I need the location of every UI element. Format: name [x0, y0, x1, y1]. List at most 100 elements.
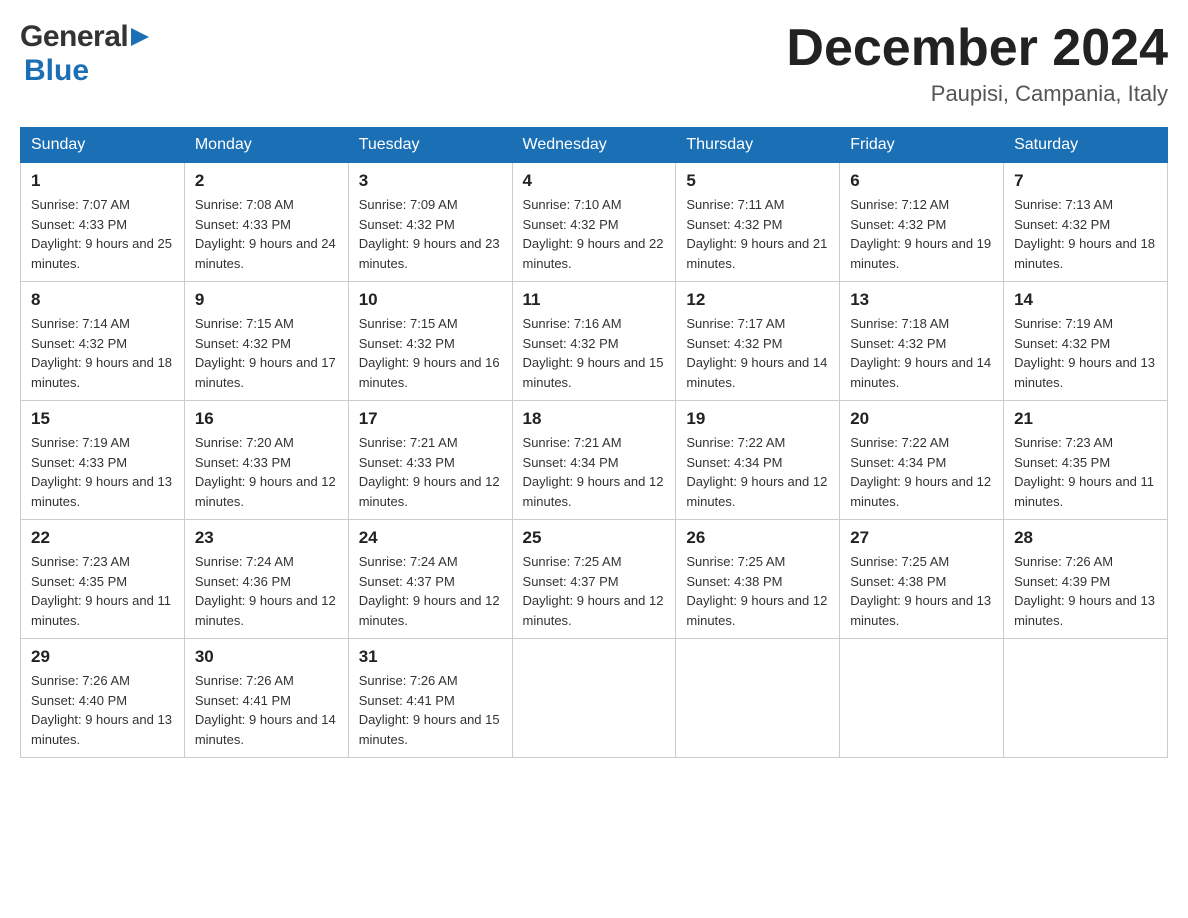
day-number: 18 — [523, 409, 666, 429]
calendar-cell: 17 Sunrise: 7:21 AM Sunset: 4:33 PM Dayl… — [348, 401, 512, 520]
calendar-cell — [1004, 639, 1168, 758]
calendar-week-1: 1 Sunrise: 7:07 AM Sunset: 4:33 PM Dayli… — [21, 163, 1168, 282]
calendar-cell: 4 Sunrise: 7:10 AM Sunset: 4:32 PM Dayli… — [512, 163, 676, 282]
calendar-cell — [676, 639, 840, 758]
day-number: 29 — [31, 647, 174, 667]
day-info: Sunrise: 7:11 AM Sunset: 4:32 PM Dayligh… — [686, 195, 829, 273]
calendar-cell: 12 Sunrise: 7:17 AM Sunset: 4:32 PM Dayl… — [676, 282, 840, 401]
day-info: Sunrise: 7:25 AM Sunset: 4:38 PM Dayligh… — [850, 552, 993, 630]
day-number: 9 — [195, 290, 338, 310]
day-info: Sunrise: 7:21 AM Sunset: 4:33 PM Dayligh… — [359, 433, 502, 511]
calendar-cell: 26 Sunrise: 7:25 AM Sunset: 4:38 PM Dayl… — [676, 520, 840, 639]
day-info: Sunrise: 7:22 AM Sunset: 4:34 PM Dayligh… — [850, 433, 993, 511]
day-header-monday: Monday — [184, 128, 348, 163]
day-info: Sunrise: 7:15 AM Sunset: 4:32 PM Dayligh… — [195, 314, 338, 392]
calendar-week-3: 15 Sunrise: 7:19 AM Sunset: 4:33 PM Dayl… — [21, 401, 1168, 520]
calendar-cell: 23 Sunrise: 7:24 AM Sunset: 4:36 PM Dayl… — [184, 520, 348, 639]
calendar-cell: 18 Sunrise: 7:21 AM Sunset: 4:34 PM Dayl… — [512, 401, 676, 520]
calendar-week-4: 22 Sunrise: 7:23 AM Sunset: 4:35 PM Dayl… — [21, 520, 1168, 639]
day-info: Sunrise: 7:24 AM Sunset: 4:37 PM Dayligh… — [359, 552, 502, 630]
day-info: Sunrise: 7:19 AM Sunset: 4:32 PM Dayligh… — [1014, 314, 1157, 392]
day-number: 17 — [359, 409, 502, 429]
day-number: 7 — [1014, 171, 1157, 191]
day-info: Sunrise: 7:26 AM Sunset: 4:41 PM Dayligh… — [195, 671, 338, 749]
day-info: Sunrise: 7:13 AM Sunset: 4:32 PM Dayligh… — [1014, 195, 1157, 273]
calendar-cell: 6 Sunrise: 7:12 AM Sunset: 4:32 PM Dayli… — [840, 163, 1004, 282]
calendar-week-5: 29 Sunrise: 7:26 AM Sunset: 4:40 PM Dayl… — [21, 639, 1168, 758]
calendar-body: 1 Sunrise: 7:07 AM Sunset: 4:33 PM Dayli… — [21, 163, 1168, 758]
day-info: Sunrise: 7:20 AM Sunset: 4:33 PM Dayligh… — [195, 433, 338, 511]
calendar-cell: 3 Sunrise: 7:09 AM Sunset: 4:32 PM Dayli… — [348, 163, 512, 282]
title-section: December 2024 Paupisi, Campania, Italy — [786, 20, 1168, 107]
day-number: 4 — [523, 171, 666, 191]
calendar-cell: 27 Sunrise: 7:25 AM Sunset: 4:38 PM Dayl… — [840, 520, 1004, 639]
day-number: 14 — [1014, 290, 1157, 310]
logo-blue-text: Blue — [24, 54, 89, 88]
day-number: 6 — [850, 171, 993, 191]
day-number: 15 — [31, 409, 174, 429]
day-info: Sunrise: 7:21 AM Sunset: 4:34 PM Dayligh… — [523, 433, 666, 511]
day-header-friday: Friday — [840, 128, 1004, 163]
day-info: Sunrise: 7:19 AM Sunset: 4:33 PM Dayligh… — [31, 433, 174, 511]
logo-arrow-icon — [129, 26, 151, 48]
day-number: 22 — [31, 528, 174, 548]
calendar-cell: 13 Sunrise: 7:18 AM Sunset: 4:32 PM Dayl… — [840, 282, 1004, 401]
calendar-cell: 31 Sunrise: 7:26 AM Sunset: 4:41 PM Dayl… — [348, 639, 512, 758]
day-number: 27 — [850, 528, 993, 548]
day-header-thursday: Thursday — [676, 128, 840, 163]
day-number: 5 — [686, 171, 829, 191]
day-number: 2 — [195, 171, 338, 191]
calendar-cell: 11 Sunrise: 7:16 AM Sunset: 4:32 PM Dayl… — [512, 282, 676, 401]
day-header-tuesday: Tuesday — [348, 128, 512, 163]
day-info: Sunrise: 7:24 AM Sunset: 4:36 PM Dayligh… — [195, 552, 338, 630]
location-subtitle: Paupisi, Campania, Italy — [786, 81, 1168, 107]
calendar-cell: 9 Sunrise: 7:15 AM Sunset: 4:32 PM Dayli… — [184, 282, 348, 401]
day-info: Sunrise: 7:23 AM Sunset: 4:35 PM Dayligh… — [31, 552, 174, 630]
day-number: 8 — [31, 290, 174, 310]
calendar-cell: 8 Sunrise: 7:14 AM Sunset: 4:32 PM Dayli… — [21, 282, 185, 401]
calendar-cell: 30 Sunrise: 7:26 AM Sunset: 4:41 PM Dayl… — [184, 639, 348, 758]
day-info: Sunrise: 7:10 AM Sunset: 4:32 PM Dayligh… — [523, 195, 666, 273]
day-header-saturday: Saturday — [1004, 128, 1168, 163]
day-number: 16 — [195, 409, 338, 429]
day-number: 19 — [686, 409, 829, 429]
day-header-wednesday: Wednesday — [512, 128, 676, 163]
day-info: Sunrise: 7:09 AM Sunset: 4:32 PM Dayligh… — [359, 195, 502, 273]
day-info: Sunrise: 7:12 AM Sunset: 4:32 PM Dayligh… — [850, 195, 993, 273]
calendar-cell — [512, 639, 676, 758]
day-number: 10 — [359, 290, 502, 310]
day-number: 30 — [195, 647, 338, 667]
day-info: Sunrise: 7:15 AM Sunset: 4:32 PM Dayligh… — [359, 314, 502, 392]
day-number: 23 — [195, 528, 338, 548]
day-info: Sunrise: 7:16 AM Sunset: 4:32 PM Dayligh… — [523, 314, 666, 392]
day-info: Sunrise: 7:26 AM Sunset: 4:39 PM Dayligh… — [1014, 552, 1157, 630]
calendar-cell: 10 Sunrise: 7:15 AM Sunset: 4:32 PM Dayl… — [348, 282, 512, 401]
day-info: Sunrise: 7:17 AM Sunset: 4:32 PM Dayligh… — [686, 314, 829, 392]
page-header: General Blue December 2024 Paupisi, Camp… — [20, 20, 1168, 107]
day-info: Sunrise: 7:22 AM Sunset: 4:34 PM Dayligh… — [686, 433, 829, 511]
calendar-cell: 19 Sunrise: 7:22 AM Sunset: 4:34 PM Dayl… — [676, 401, 840, 520]
day-info: Sunrise: 7:25 AM Sunset: 4:38 PM Dayligh… — [686, 552, 829, 630]
calendar-table: SundayMondayTuesdayWednesdayThursdayFrid… — [20, 127, 1168, 758]
logo-general-text: General — [20, 20, 128, 54]
day-number: 21 — [1014, 409, 1157, 429]
day-info: Sunrise: 7:18 AM Sunset: 4:32 PM Dayligh… — [850, 314, 993, 392]
day-number: 20 — [850, 409, 993, 429]
day-info: Sunrise: 7:07 AM Sunset: 4:33 PM Dayligh… — [31, 195, 174, 273]
day-info: Sunrise: 7:14 AM Sunset: 4:32 PM Dayligh… — [31, 314, 174, 392]
day-number: 25 — [523, 528, 666, 548]
day-header-sunday: Sunday — [21, 128, 185, 163]
calendar-cell: 25 Sunrise: 7:25 AM Sunset: 4:37 PM Dayl… — [512, 520, 676, 639]
calendar-cell: 1 Sunrise: 7:07 AM Sunset: 4:33 PM Dayli… — [21, 163, 185, 282]
day-number: 11 — [523, 290, 666, 310]
day-number: 13 — [850, 290, 993, 310]
header-row: SundayMondayTuesdayWednesdayThursdayFrid… — [21, 128, 1168, 163]
calendar-cell: 22 Sunrise: 7:23 AM Sunset: 4:35 PM Dayl… — [21, 520, 185, 639]
calendar-cell: 5 Sunrise: 7:11 AM Sunset: 4:32 PM Dayli… — [676, 163, 840, 282]
day-number: 1 — [31, 171, 174, 191]
calendar-cell: 7 Sunrise: 7:13 AM Sunset: 4:32 PM Dayli… — [1004, 163, 1168, 282]
calendar-cell: 20 Sunrise: 7:22 AM Sunset: 4:34 PM Dayl… — [840, 401, 1004, 520]
day-info: Sunrise: 7:26 AM Sunset: 4:40 PM Dayligh… — [31, 671, 174, 749]
calendar-header: SundayMondayTuesdayWednesdayThursdayFrid… — [21, 128, 1168, 163]
calendar-cell: 14 Sunrise: 7:19 AM Sunset: 4:32 PM Dayl… — [1004, 282, 1168, 401]
